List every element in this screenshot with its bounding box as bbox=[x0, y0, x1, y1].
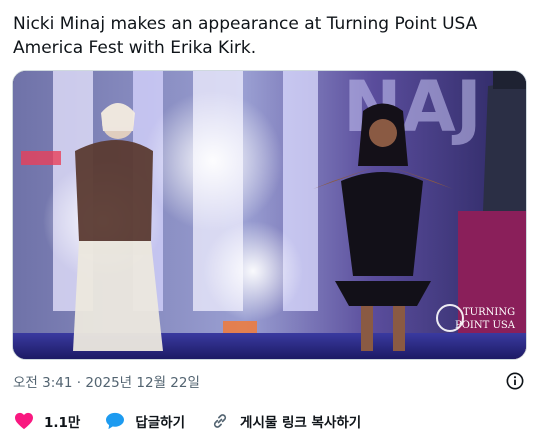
like-button[interactable]: 1.1만 bbox=[13, 410, 80, 432]
timestamp[interactable]: 오전 3:41 · 2025년 12월 22일 bbox=[13, 371, 200, 391]
like-count: 1.1만 bbox=[44, 415, 81, 431]
copy-link-button[interactable]: 게시물 링크 복사하기 bbox=[209, 410, 361, 432]
logo-text-line-2: POINT USA bbox=[455, 320, 516, 331]
timestamp-row: 오전 3:41 · 2025년 12월 22일 bbox=[13, 371, 525, 391]
reply-button[interactable]: 답글하기 bbox=[104, 410, 185, 432]
tweet-media-image[interactable]: NAJ TURNING POINT USA bbox=[12, 70, 527, 360]
tweet-text-line-2: America Fest with Erika Kirk. bbox=[13, 38, 257, 58]
tweet-text-line-1: Nicki Minaj makes an appearance at Turni… bbox=[13, 14, 478, 34]
copy-link-label: 게시물 링크 복사하기 bbox=[240, 415, 362, 431]
stage-photo: NAJ TURNING POINT USA bbox=[13, 71, 526, 359]
tweet-actions: 1.1만 답글하기 게시물 링크 복사하기 bbox=[13, 409, 385, 433]
person-right-edge bbox=[483, 71, 526, 211]
reply-bubble-icon bbox=[104, 410, 126, 432]
info-circle-icon[interactable] bbox=[505, 371, 525, 391]
heart-icon bbox=[13, 410, 35, 432]
link-icon bbox=[209, 410, 231, 432]
tweet-text: Nicki Minaj makes an appearance at Turni… bbox=[13, 12, 523, 60]
logo-text-line-1: TURNING bbox=[463, 307, 515, 318]
reply-label: 답글하기 bbox=[135, 415, 186, 431]
